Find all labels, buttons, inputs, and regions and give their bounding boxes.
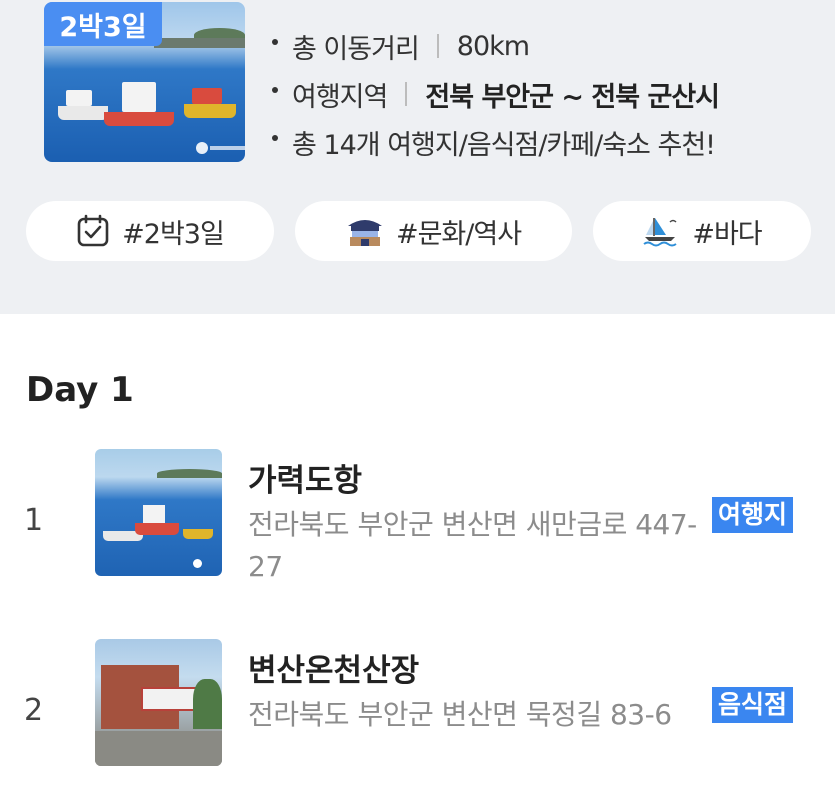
tag-duration[interactable]: #2박3일 (26, 201, 274, 261)
place-thumbnail[interactable] (95, 639, 222, 766)
tag-sea[interactable]: #바다 (593, 201, 811, 261)
category-badge: 여행지 (712, 497, 794, 533)
region-label: 여행지역 (292, 81, 388, 113)
tag-label: #2박3일 (122, 218, 225, 250)
region-value: 전북 부안군 ~ 전북 군산시 (425, 81, 720, 113)
boat-cabin-shape (143, 505, 165, 523)
bullet-icon (272, 39, 278, 45)
boat-shape (135, 523, 179, 535)
divider (436, 34, 439, 58)
bullet-icon (272, 87, 278, 93)
boat-cabin-shape (122, 82, 156, 112)
place-address: 전라북도 부안군 변산면 새만금로 447-27 (248, 508, 697, 583)
ground-shape (95, 731, 222, 766)
divider (405, 82, 408, 106)
boat-cabin-shape (66, 90, 92, 106)
boat-shape (104, 112, 174, 126)
tag-label: #문화/역사 (395, 218, 522, 250)
watermark-icon (196, 142, 208, 154)
recommend-text: 총 14개 여행지/음식점/카페/숙소 추천! (292, 129, 716, 161)
course-summary: 2박3일 총 이동거리 80km 여행지역 전북 부안군 ~ 전북 군산시 총 … (0, 0, 835, 314)
watermark-icon (193, 559, 202, 568)
recommend-row: 총 14개 여행지/음식점/카페/숙소 추천! (272, 118, 719, 166)
category-badge: 음식점 (712, 687, 794, 723)
palace-icon (347, 220, 382, 246)
distance-row: 총 이동거리 80km (272, 22, 719, 70)
place-item[interactable]: 1 가력도항 전라북도 부안군 변산면 새만금로 447-27 여행지 (0, 449, 835, 589)
duration-badge: 2박3일 (44, 2, 162, 46)
calendar-check-icon (77, 214, 109, 247)
course-thumbnail[interactable]: 2박3일 (44, 2, 245, 162)
distance-value: 80km (456, 30, 530, 62)
boat-shape (183, 529, 213, 539)
bullet-icon (272, 135, 278, 141)
place-number: 2 (24, 693, 44, 728)
sailboat-icon (643, 218, 677, 247)
place-number: 1 (24, 503, 44, 538)
tag-culture-history[interactable]: #문화/역사 (295, 201, 572, 261)
place-name[interactable]: 변산온천산장 (248, 645, 419, 690)
place-name[interactable]: 가력도항 (248, 455, 362, 500)
region-row: 여행지역 전북 부안군 ~ 전북 군산시 (272, 70, 720, 118)
boat-cabin-shape (192, 88, 222, 104)
boat-shape (184, 104, 236, 118)
day-title: Day 1 (26, 370, 134, 410)
distance-label: 총 이동거리 (292, 33, 420, 65)
place-address: 전라북도 부안군 변산면 묵정길 83-6 (248, 698, 672, 731)
tree-shape (193, 679, 222, 729)
signboard-shape (141, 687, 199, 711)
place-thumbnail[interactable] (95, 449, 222, 576)
course-info-list: 총 이동거리 80km 여행지역 전북 부안군 ~ 전북 군산시 총 14개 여… (272, 22, 720, 166)
place-item[interactable]: 2 변산온천산장 전라북도 부안군 변산면 묵정길 83-6 음식점 (0, 639, 835, 779)
shore-shape (154, 38, 245, 48)
watermark-text (210, 146, 245, 150)
tag-label: #바다 (692, 218, 762, 250)
boat-shape (58, 106, 108, 120)
hill-shape (157, 469, 222, 478)
